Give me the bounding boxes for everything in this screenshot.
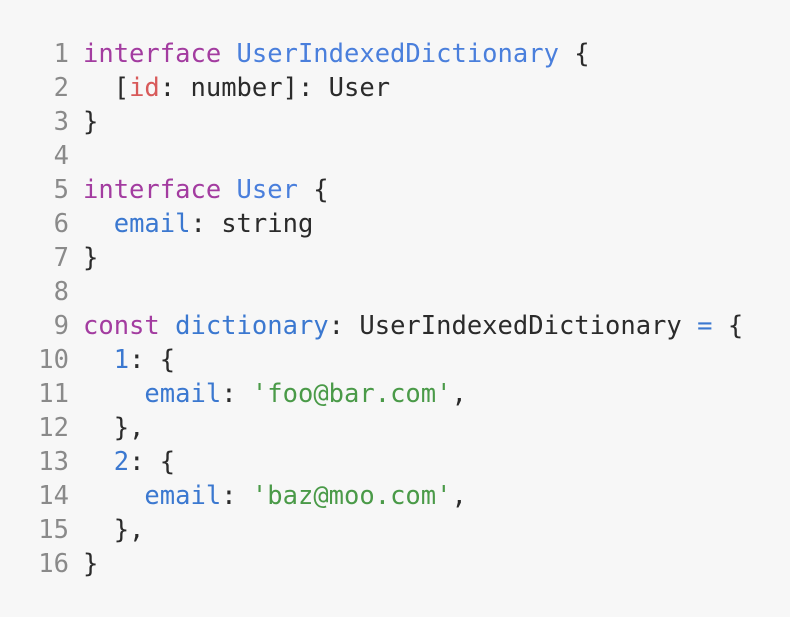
line-number: 16 (38, 549, 69, 579)
line-code: }, (69, 515, 145, 545)
code-token-number: 1 (113, 345, 130, 375)
code-token-plain: : (221, 379, 252, 409)
line-code: email: string (69, 209, 314, 239)
code-line: 6 email: string (0, 207, 790, 241)
code-token-keyword: interface (83, 175, 222, 205)
code-token-plain: } (83, 243, 99, 273)
code-line: 4 (0, 139, 790, 173)
line-number: 4 (53, 141, 69, 171)
line-number: 14 (38, 481, 69, 511)
line-code: interface User { (69, 175, 329, 205)
code-token-variable: dictionary (175, 311, 329, 341)
code-token-plain: { (558, 39, 590, 69)
line-code: }, (69, 413, 145, 443)
line-code: email: 'foo@bar.com', (69, 379, 467, 409)
line-code: 1: { (69, 345, 175, 375)
code-line: 12 }, (0, 411, 790, 445)
line-number: 7 (53, 243, 69, 273)
code-token-plain: [ (83, 73, 130, 103)
code-line: 7} (0, 241, 790, 275)
code-token-plain: { (712, 311, 744, 341)
code-line: 2 [id: number]: User (0, 71, 790, 105)
code-line: 3} (0, 105, 790, 139)
line-number: 13 (38, 447, 69, 477)
code-line: 1 interface UserIndexedDictionary { (0, 37, 790, 71)
code-token-property: email (113, 209, 191, 239)
code-token-string: 'foo@bar.com' (251, 379, 452, 409)
line-number: 1 (53, 39, 69, 69)
code-token-property: email (144, 481, 222, 511)
code-line: 16} (0, 547, 790, 581)
line-number: 6 (53, 209, 69, 239)
line-code: interface UserIndexedDictionary { (69, 39, 590, 69)
code-token-property: email (144, 379, 222, 409)
code-line: 5 interface User { (0, 173, 790, 207)
line-number: 2 (53, 73, 69, 103)
code-token-keyword: const (83, 311, 160, 341)
line-number: 10 (38, 345, 69, 375)
code-token-plain: { (297, 175, 329, 205)
code-line: 11 email: 'foo@bar.com', (0, 377, 790, 411)
code-line: 15 }, (0, 513, 790, 547)
line-number: 11 (38, 379, 69, 409)
line-code: [id: number]: User (69, 73, 390, 103)
code-token-plain: : { (129, 447, 176, 477)
line-number: 9 (53, 311, 69, 341)
code-token-plain: } (83, 107, 99, 137)
line-code: email: 'baz@moo.com', (69, 481, 467, 511)
code-token-plain: } (83, 549, 99, 579)
code-token-plain: : number]: User (159, 73, 391, 103)
code-token-operator: = (697, 311, 713, 341)
code-token-keyword: interface (83, 39, 222, 69)
line-number: 12 (38, 413, 69, 443)
code-token-plain: }, (83, 413, 145, 443)
code-editor: 1 interface UserIndexedDictionary {2 [id:… (0, 0, 790, 617)
code-token-plain: : string (190, 209, 314, 239)
line-number: 8 (53, 277, 69, 307)
line-code: } (69, 243, 98, 273)
code-token-plain: }, (83, 515, 145, 545)
code-line: 10 1: { (0, 343, 790, 377)
line-code: } (69, 549, 98, 579)
line-code: } (69, 107, 98, 137)
code-token-number: 2 (113, 447, 130, 477)
code-token-plain: : (221, 481, 252, 511)
code-token-plain: , (451, 379, 467, 409)
line-number: 3 (53, 107, 69, 137)
code-token-type-name: UserIndexedDictionary (236, 39, 559, 69)
line-code: const dictionary: UserIndexedDictionary … (69, 311, 743, 341)
code-line: 14 email: 'baz@moo.com', (0, 479, 790, 513)
code-token-plain: : { (129, 345, 176, 375)
code-token-plain: , (451, 481, 467, 511)
code-lines: 1 interface UserIndexedDictionary {2 [id:… (0, 37, 790, 581)
line-number: 5 (53, 175, 69, 205)
code-line: 13 2: { (0, 445, 790, 479)
code-line: 8 (0, 275, 790, 309)
code-token-type-name: User (236, 175, 298, 205)
code-token-parameter: id (129, 73, 160, 103)
code-token-string: 'baz@moo.com' (251, 481, 452, 511)
line-code: 2: { (69, 447, 175, 477)
line-number: 15 (38, 515, 69, 545)
code-token-plain: : UserIndexedDictionary (328, 311, 698, 341)
code-line: 9 const dictionary: UserIndexedDictionary… (0, 309, 790, 343)
